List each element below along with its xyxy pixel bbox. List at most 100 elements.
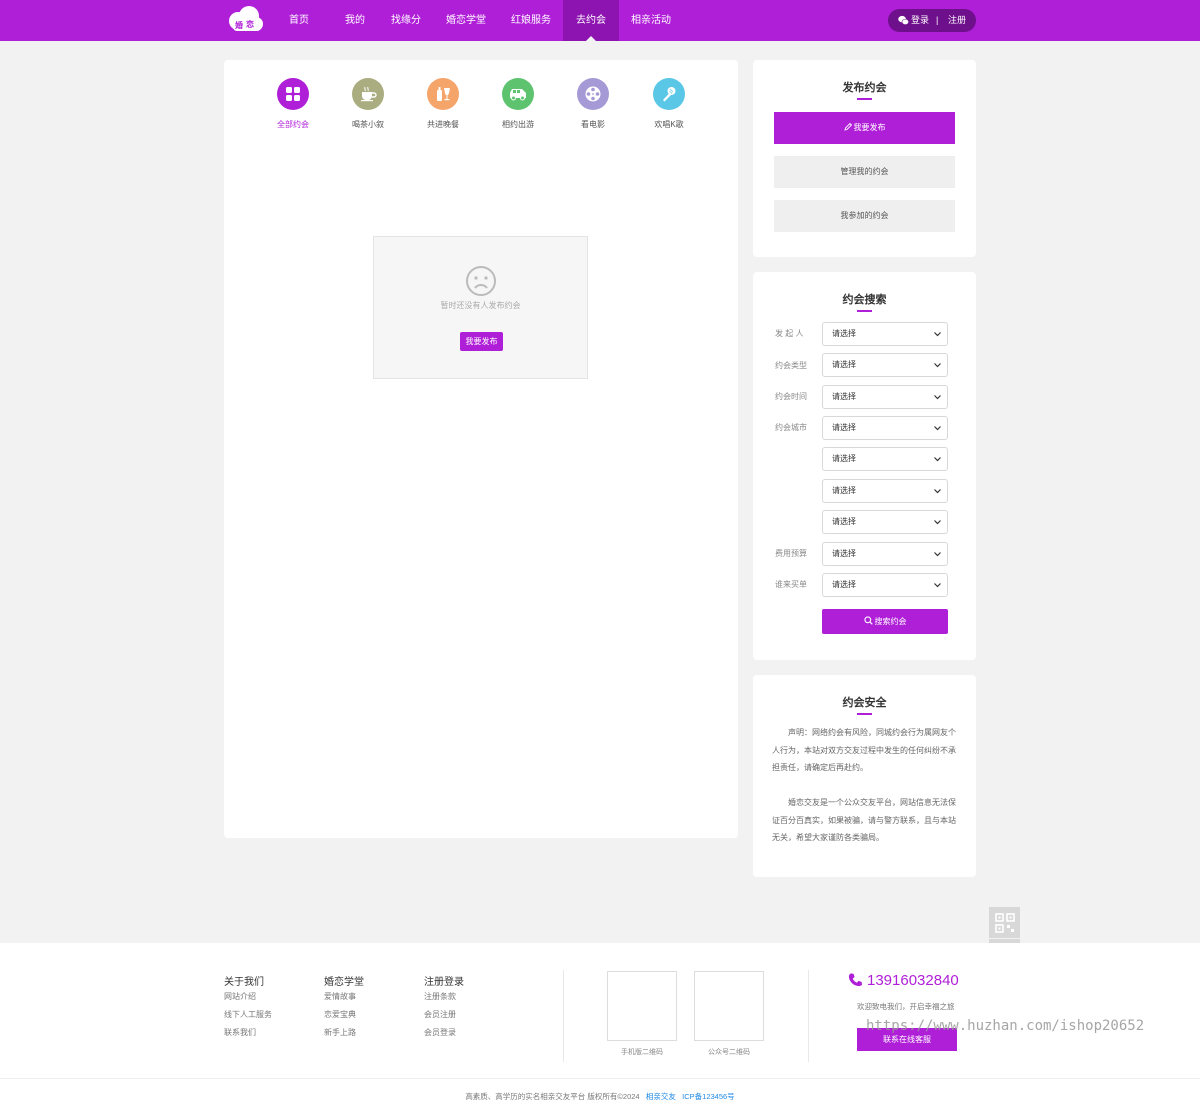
safety-card: 约会安全 声明：网络约会有风险，同城约会行为属网友个人行为，本站对双方交友过程中… (753, 675, 976, 877)
chevron-down-icon (934, 583, 941, 588)
phone-icon (848, 973, 863, 987)
empty-message: 暂时还没有人发布约会 (440, 301, 521, 310)
select-value: 请选择 (832, 360, 856, 369)
microphone-icon (653, 78, 685, 110)
dating-list-panel: 全部约会 喝茶小叙 共进晚餐 相约出游 看电影 欢唱K歌 暂时还没有人发布约会 … (224, 60, 738, 838)
category-dinner[interactable]: 共进晚餐 (413, 78, 473, 130)
footer-divider-line (0, 1078, 1200, 1079)
search-title: 约会搜索 (842, 294, 887, 306)
joined-dates-button[interactable]: 我参加的约会 (774, 200, 955, 232)
select-value: 请选择 (832, 423, 856, 432)
footer-link[interactable]: 恋爱宝典 (324, 1009, 356, 1020)
initiator-select[interactable]: 请选择 (822, 322, 948, 346)
dinner-icon (427, 78, 459, 110)
city-select[interactable]: 请选择 (822, 447, 948, 471)
search-icon (863, 616, 873, 625)
category-travel[interactable]: 相约出游 (488, 78, 548, 130)
car-icon (502, 78, 534, 110)
chevron-down-icon (934, 457, 941, 462)
search-card: 约会搜索 发 起 人 请选择 约会类型 请选择 约会时间 请选择 约会城市 请选… (753, 272, 976, 660)
field-label-budget: 费用预算 (775, 549, 807, 558)
payer-select[interactable]: 请选择 (822, 573, 948, 597)
footer-link[interactable]: 新手上路 (324, 1027, 356, 1038)
chevron-down-icon (934, 489, 941, 494)
select-value: 请选择 (832, 549, 856, 558)
nav-find-match[interactable]: 找缘分 (387, 0, 425, 41)
title-underline (857, 713, 872, 715)
category-all[interactable]: 全部约会 (263, 78, 323, 130)
manage-my-dates-button[interactable]: 管理我的约会 (774, 156, 955, 188)
category-label: 看电影 (581, 120, 605, 129)
search-button-label: 搜索约会 (874, 617, 907, 626)
publish-title: 发布约会 (842, 82, 887, 94)
footer-link[interactable]: 爱情故事 (324, 991, 356, 1002)
copyright-link[interactable]: 相亲交友 (646, 1092, 676, 1101)
select-value: 请选择 (832, 580, 856, 589)
auth-separator: | (936, 15, 939, 25)
nav-mine[interactable]: 我的 (340, 0, 370, 41)
qr-code-tool[interactable] (989, 907, 1020, 938)
auth-pill: 登录 | 注册 (888, 9, 976, 32)
title-underline (857, 98, 872, 100)
chevron-down-icon (934, 332, 941, 337)
title-underline (857, 310, 872, 312)
chevron-down-icon (934, 363, 941, 368)
province-select[interactable]: 请选择 (822, 416, 948, 440)
nav-matchmaker[interactable]: 红娘服务 (506, 0, 556, 41)
footer-register-title: 注册登录 (424, 977, 464, 988)
search-dates-button[interactable]: 搜索约会 (822, 609, 948, 634)
copyright-text: 高素质、高学历的实名相亲交友平台 版权所有©2024 (465, 1092, 640, 1101)
wechat-qr-caption: 公众号二维码 (708, 1049, 750, 1056)
select-value: 请选择 (832, 329, 856, 338)
field-label-city: 约会城市 (775, 423, 807, 432)
safety-title: 约会安全 (842, 697, 887, 709)
grid-icon (277, 78, 309, 110)
publish-button-label: 我要发布 (853, 123, 886, 132)
district-select[interactable]: 请选择 (822, 479, 948, 503)
category-label: 喝茶小叙 (352, 120, 384, 129)
wechat-icon (898, 15, 909, 25)
login-link[interactable]: 登录 (911, 9, 929, 32)
safety-warning: 婚恋交友是一个公众交友平台，网站信息无法保证百分百真实，如果被骗，请与警方联系，… (772, 798, 956, 842)
footer-link[interactable]: 线下人工服务 (224, 1009, 272, 1020)
category-karaoke[interactable]: 欢唱K歌 (639, 78, 699, 130)
nav-events[interactable]: 相亲活动 (626, 0, 676, 41)
mobile-qr-caption: 手机版二维码 (621, 1049, 663, 1056)
svg-text:恋: 恋 (246, 19, 254, 29)
nav-dating-school[interactable]: 婚恋学堂 (441, 0, 491, 41)
area-select[interactable]: 请选择 (822, 510, 948, 534)
hotline-number: 13916032840 (867, 972, 959, 989)
nav-dating[interactable]: 去约会 (563, 0, 619, 41)
wechat-qr-code (694, 971, 764, 1041)
footer-link[interactable]: 会员登录 (424, 1027, 456, 1038)
publish-button[interactable]: 我要发布 (774, 112, 955, 144)
empty-publish-button[interactable]: 我要发布 (460, 332, 503, 351)
select-value: 请选择 (832, 517, 856, 526)
select-value: 请选择 (832, 392, 856, 401)
budget-select[interactable]: 请选择 (822, 542, 948, 566)
category-label: 全部约会 (277, 120, 309, 129)
qr-code-icon (994, 912, 1015, 933)
film-reel-icon (577, 78, 609, 110)
footer-link[interactable]: 会员注册 (424, 1009, 456, 1020)
nav-home[interactable]: 首页 (284, 0, 314, 41)
footer-link[interactable]: 注册条款 (424, 991, 456, 1002)
sad-face-icon (466, 266, 496, 296)
pencil-icon (843, 122, 852, 131)
footer-link[interactable]: 网站介绍 (224, 991, 256, 1002)
category-tea[interactable]: 喝茶小叙 (338, 78, 398, 130)
chevron-down-icon (934, 552, 941, 557)
watermark-text: https://www.huzhan.com/ishop20652 (866, 1018, 1145, 1034)
category-label: 共进晚餐 (427, 120, 459, 129)
footer-link[interactable]: 联系我们 (224, 1027, 256, 1038)
register-link[interactable]: 注册 (948, 9, 966, 32)
icp-link[interactable]: ICP备123456号 (682, 1092, 735, 1101)
tea-cup-icon (352, 78, 384, 110)
chevron-down-icon (934, 520, 941, 525)
site-logo[interactable]: 婚 恋 (225, 5, 265, 35)
time-select[interactable]: 请选择 (822, 385, 948, 409)
site-footer: 关于我们 网站介绍 线下人工服务 联系我们 婚恋学堂 爱情故事 恋爱宝典 新手上… (0, 943, 1200, 1120)
welcome-text: 欢迎致电我们，开启幸福之旅 (857, 1002, 955, 1011)
category-movie[interactable]: 看电影 (563, 78, 623, 130)
type-select[interactable]: 请选择 (822, 353, 948, 377)
